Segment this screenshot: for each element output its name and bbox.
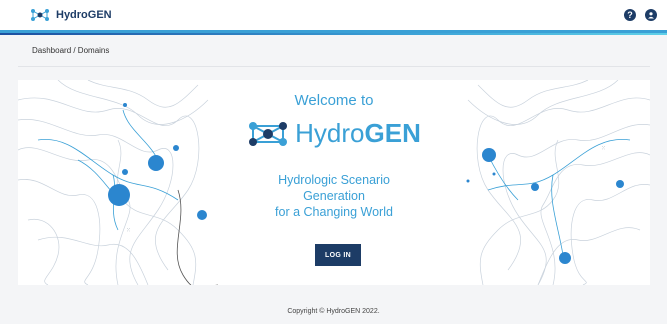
hero-brand-name: HydroGEN — [295, 118, 421, 149]
tagline-line-1: Hydrologic Scenario — [278, 173, 390, 187]
breadcrumb-bar: Dashboard / Domains — [18, 37, 650, 67]
header-accent-bar — [0, 33, 667, 35]
hydrogen-logo-icon — [31, 9, 49, 21]
welcome-hero: ⁙ ⁙ Welcome to HydroGEN Hydrologic Scena… — [18, 80, 650, 285]
tagline-line-2: Generation — [303, 189, 365, 203]
brand-name: HydroGEN — [56, 9, 112, 21]
tagline-line-3: for a Changing World — [275, 205, 393, 219]
question-circle-icon[interactable]: ? — [624, 9, 636, 21]
welcome-heading: Welcome to — [294, 92, 374, 109]
top-navbar: HydroGEN ? — [0, 0, 667, 33]
copyright-footer: Copyright © HydroGEN 2022. — [287, 308, 380, 315]
brand-prefix: Hydro — [295, 118, 365, 148]
login-button[interactable]: LOG IN — [315, 244, 361, 266]
user-circle-icon[interactable] — [645, 9, 657, 21]
brand-suffix: GEN — [364, 118, 421, 148]
tagline: Hydrologic Scenario Generation for a Cha… — [18, 172, 650, 220]
hydrogen-logo-icon — [249, 121, 288, 146]
breadcrumb: Dashboard / Domains — [32, 46, 110, 55]
hero-logo: HydroGEN — [18, 118, 650, 149]
brand[interactable]: HydroGEN — [30, 8, 112, 22]
